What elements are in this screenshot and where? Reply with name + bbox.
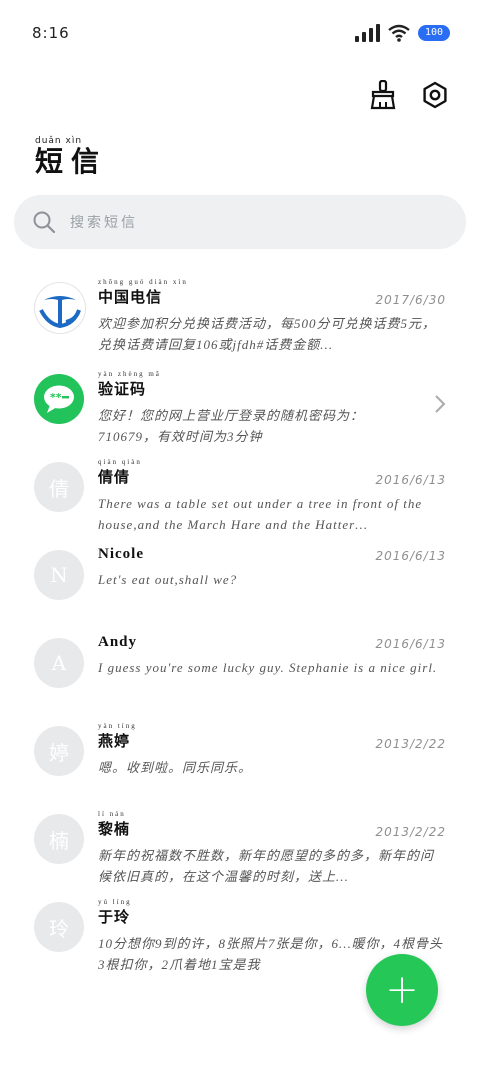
message-row-qianqian[interactable]: 倩 qiàn qiàn 倩倩 2016/6/13 There was a tab… [0,450,480,538]
chevron-right-icon [435,395,446,413]
sender-pinyin: yú líng [98,898,132,906]
battery-indicator: 100 [417,25,450,41]
sender-name: yàn zhèng mǎ 验证码 [98,370,161,399]
avatar: 婷 [34,726,84,776]
message-content: Andy 2016/6/13 I guess you're some lucky… [98,634,446,678]
broom-icon [370,80,396,110]
sender-label: 验证码 [98,382,147,398]
search-icon [30,208,58,236]
sender-label: 倩倩 [98,470,131,486]
message-row-verification[interactable]: ** yàn zhèng mǎ 验证码 您好！您的网上营业厅登录的随机密码为：7… [0,362,480,450]
message-preview: 欢迎参加积分兑换话费活动，每500分可兑换话费5元，兑换话费请回复106或jfd… [98,316,437,352]
status-icons: 100 [354,24,450,42]
message-content: Nicole 2016/6/13 Let's eat out,shall we? [98,546,446,590]
message-date: 2017/6/30 [375,293,446,307]
svg-text:**: ** [50,391,62,404]
sender-label: Nicole [98,546,144,562]
sender-label: 燕婷 [98,734,131,750]
compose-button[interactable]: + [366,954,438,1026]
sender-pinyin: qiàn qiàn [98,458,142,466]
chat-bubble-icon: ** [44,385,74,413]
message-content: yàn zhèng mǎ 验证码 您好！您的网上营业厅登录的随机密码为：7106… [98,370,420,447]
telecom-logo-icon [39,296,81,329]
sender-label: 中国电信 [98,290,163,306]
message-date: 2016/6/13 [375,549,446,563]
message-content: qiàn qiàn 倩倩 2016/6/13 There was a table… [98,458,446,535]
message-preview: 嗯。收到啦。同乐同乐。 [98,760,253,775]
sender-name: qiàn qiàn 倩倩 [98,458,142,487]
sender-name: Nicole [98,546,144,563]
wifi-icon [388,24,410,42]
signal-icon [354,24,380,42]
message-preview: 新年的祝福数不胜数，新年的愿望的多的多，新年的问候依旧真的，在这个温馨的时刻，送… [98,848,435,884]
sender-label: 黎楠 [98,822,131,838]
avatar [34,282,86,334]
message-date: 2016/6/13 [375,473,446,487]
status-bar: 8:16 100 [0,0,480,66]
search-bar[interactable]: 搜索短信 [14,195,466,249]
sender-name: Andy [98,634,137,651]
sender-name: yú líng 于玲 [98,898,132,927]
message-content: lí nán 黎楠 2013/2/22 新年的祝福数不胜数，新年的愿望的多的多，… [98,810,446,887]
message-row-telecom[interactable]: zhōng guó diàn xìn 中国电信 2017/6/30 欢迎参加积分… [0,270,480,362]
message-preview: Let's eat out,shall we? [98,572,238,587]
message-preview: There was a table set out under a tree i… [98,496,423,532]
sender-pinyin: yàn tíng [98,722,137,730]
status-time: 8:16 [32,24,70,42]
avatar: 玲 [34,902,84,952]
sender-pinyin: lí nán [98,810,126,818]
gear-icon [423,81,447,109]
message-date: 2013/2/22 [375,825,446,839]
sender-pinyin: zhōng guó diàn xìn [98,278,188,286]
sender-name: zhōng guó diàn xìn 中国电信 [98,278,188,307]
page-header: duǎn xìn 短信 [35,136,107,178]
message-preview: 您好！您的网上营业厅登录的随机密码为：710679，有效时间为3分钟 [98,408,365,444]
top-toolbar [366,78,452,112]
search-placeholder: 搜索短信 [70,215,138,231]
sender-name: yàn tíng 燕婷 [98,722,137,751]
avatar: A [34,638,84,688]
plus-icon: + [385,967,419,1013]
message-row-yanting[interactable]: 婷 yàn tíng 燕婷 2013/2/22 嗯。收到啦。同乐同乐。 [0,714,480,802]
avatar: ** [34,374,84,424]
message-row-nicole[interactable]: N Nicole 2016/6/13 Let's eat out,shall w… [0,538,480,626]
message-content: zhōng guó diàn xìn 中国电信 2017/6/30 欢迎参加积分… [98,278,446,355]
avatar: N [34,550,84,600]
settings-button[interactable] [418,78,452,112]
sender-name: lí nán 黎楠 [98,810,130,839]
message-row-andy[interactable]: A Andy 2016/6/13 I guess you're some luc… [0,626,480,714]
message-row-linan[interactable]: 楠 lí nán 黎楠 2013/2/22 新年的祝福数不胜数，新年的愿望的多的… [0,802,480,890]
message-preview: I guess you're some lucky guy. Stephanie… [98,660,438,675]
clean-button[interactable] [366,78,400,112]
message-date: 2013/2/22 [375,737,446,751]
sender-label: 于玲 [98,910,131,926]
sender-pinyin: yàn zhèng mǎ [98,370,161,378]
message-date: 2016/6/13 [375,637,446,651]
avatar: 倩 [34,462,84,512]
sender-label: Andy [98,634,138,650]
avatar: 楠 [34,814,84,864]
message-content: yàn tíng 燕婷 2013/2/22 嗯。收到啦。同乐同乐。 [98,722,446,778]
message-list: zhōng guó diàn xìn 中国电信 2017/6/30 欢迎参加积分… [0,270,480,978]
page-title: 短信 [35,145,108,178]
